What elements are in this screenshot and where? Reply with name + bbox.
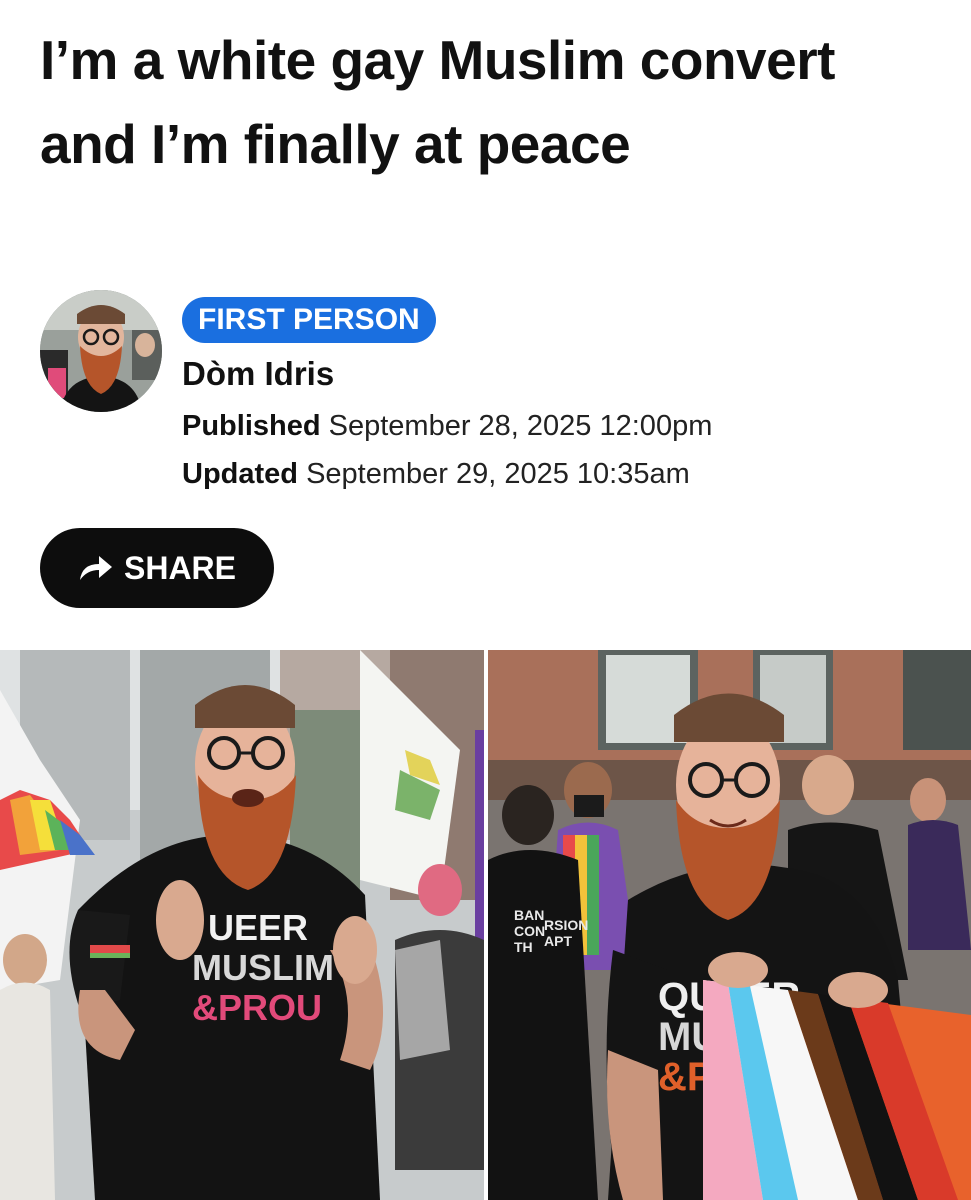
updated-date: September 29, 2025 10:35am [306, 458, 690, 490]
photo-street-portrait: BAN CON TH RSION APT QUEER MU &P [488, 650, 971, 1200]
bg-shirt-con: CON [514, 923, 545, 939]
published-line: Published September 28, 2025 12:00pm [182, 406, 712, 446]
bg-shirt-apt: APT [544, 933, 572, 949]
bg-shirt-ban: BAN [514, 907, 544, 923]
first-person-tag[interactable]: FIRST PERSON [182, 297, 436, 343]
article-headline: I’m a white gay Muslim convert and I’m f… [40, 29, 835, 175]
shirt-line-2: MUSLIM [192, 947, 334, 988]
share-button[interactable]: SHARE [40, 528, 274, 608]
published-date: September 28, 2025 12:00pm [328, 410, 713, 442]
avatar-portrait [40, 290, 162, 412]
shirt-line-1: UEER [208, 907, 308, 948]
share-arrow-icon [79, 556, 112, 580]
author-avatar[interactable] [40, 290, 162, 412]
bg-shirt-th: TH [514, 939, 533, 955]
share-label: SHARE [123, 549, 236, 586]
shirt-line-3: &PROU [192, 987, 322, 1028]
updated-line: Updated September 29, 2025 10:35am [182, 454, 690, 494]
bg-shirt-rsion: RSION [544, 917, 588, 933]
author-name[interactable]: Dòm Idris [182, 352, 334, 396]
updated-label: Updated [182, 458, 298, 490]
photo-pride-march: UEER MUSLIM &PROU [0, 650, 484, 1200]
published-label: Published [182, 410, 321, 442]
